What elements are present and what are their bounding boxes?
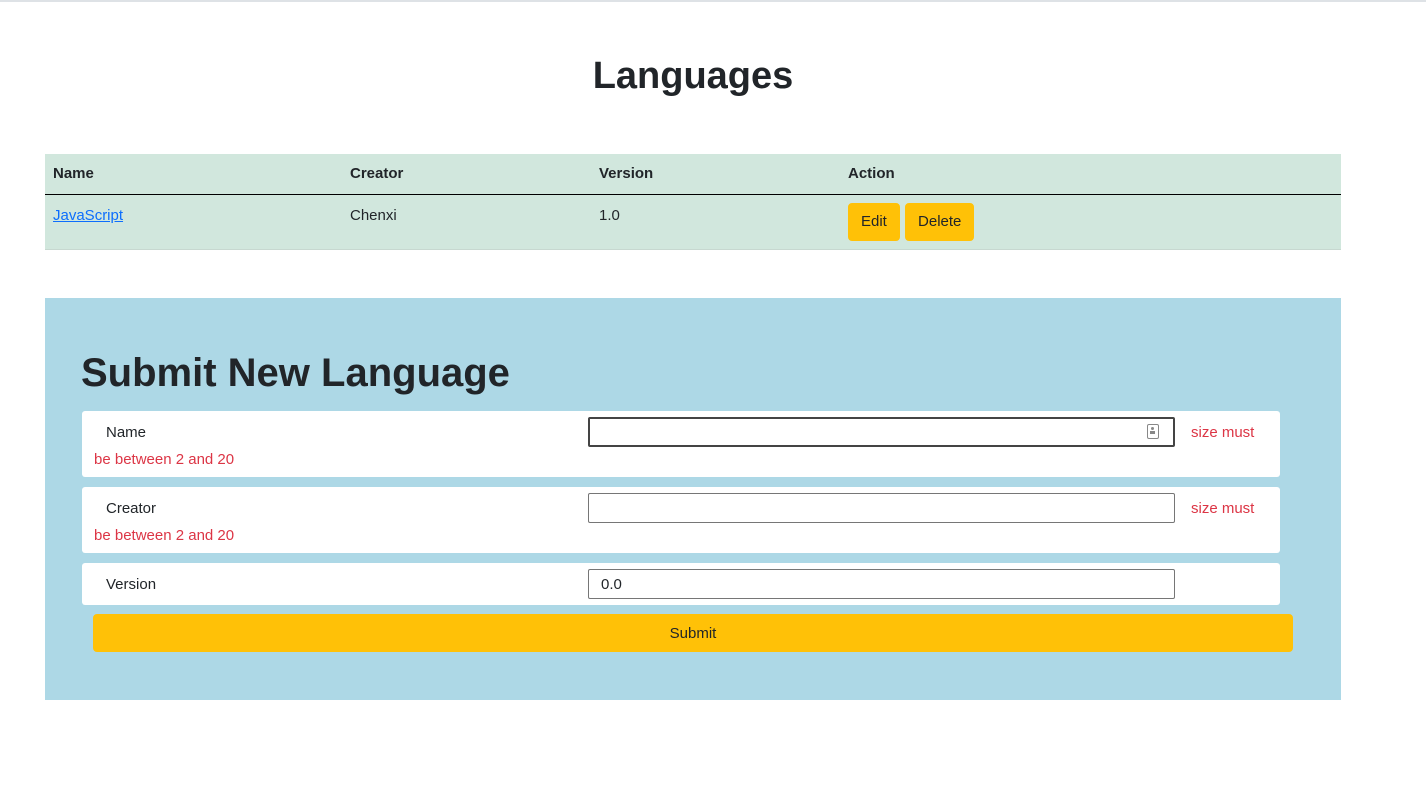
submit-button[interactable]: Submit	[93, 614, 1293, 652]
name-error-line2: be between 2 and 20	[94, 451, 235, 468]
top-divider	[0, 0, 1426, 2]
creator-field-row: Creator size must be between 2 and 20	[82, 487, 1280, 553]
submit-language-form: Submit New Language Name size must be be…	[45, 298, 1341, 700]
version-input[interactable]	[588, 569, 1175, 599]
cell-version: 1.0	[591, 194, 840, 250]
name-field-row: Name size must be between 2 and 20	[82, 411, 1280, 477]
table-header-row: Name Creator Version Action	[45, 154, 1341, 195]
languages-table: Name Creator Version Action JavaScript C…	[45, 154, 1341, 250]
page-title: Languages	[592, 55, 794, 97]
edit-button[interactable]: Edit	[848, 202, 900, 241]
column-header-action: Action	[840, 154, 1341, 195]
cell-creator: Chenxi	[342, 194, 591, 250]
cell-name: JavaScript	[45, 194, 342, 250]
name-error-line1: size must	[1191, 424, 1255, 441]
name-label: Name	[106, 424, 147, 441]
delete-button[interactable]: Delete	[905, 202, 975, 241]
column-header-version: Version	[591, 154, 840, 195]
column-header-name: Name	[45, 154, 342, 195]
language-link[interactable]: JavaScript	[53, 207, 123, 224]
column-header-creator: Creator	[342, 154, 591, 195]
version-field-row: Version	[82, 563, 1280, 605]
creator-error-line1: size must	[1191, 500, 1255, 517]
form-title: Submit New Language	[81, 351, 510, 395]
table-row: JavaScript Chenxi 1.0 Edit Delete	[45, 194, 1341, 250]
cell-action: Edit Delete	[840, 194, 1341, 250]
creator-error-line2: be between 2 and 20	[94, 527, 235, 544]
name-input[interactable]	[588, 417, 1175, 447]
creator-input[interactable]	[588, 493, 1175, 523]
contact-card-icon[interactable]	[1147, 424, 1159, 439]
creator-label: Creator	[106, 500, 157, 517]
version-label: Version	[106, 576, 157, 593]
